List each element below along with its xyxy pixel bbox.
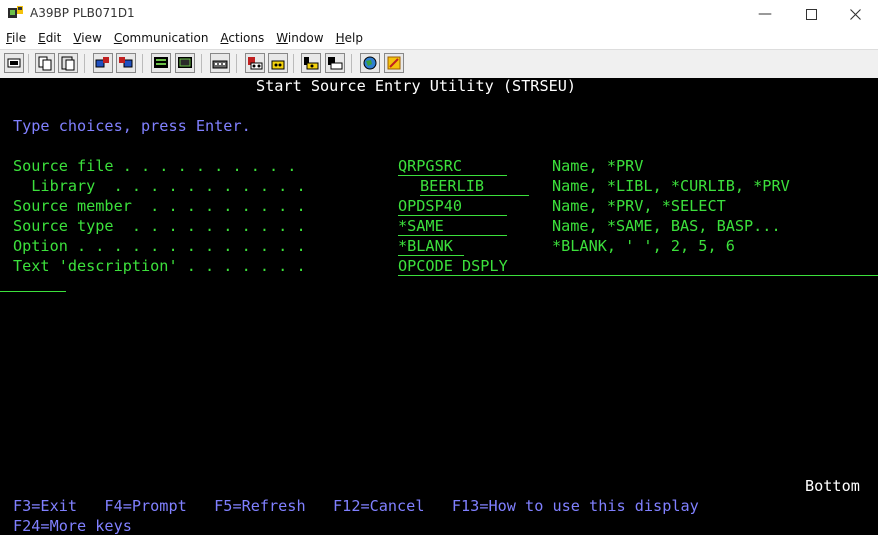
menu-file[interactable]: File	[0, 28, 32, 48]
maximize-icon	[805, 8, 817, 20]
maximize-button[interactable]	[788, 0, 834, 28]
function-keys-line1: F3=Exit F4=Prompt F5=Refresh F12=Cancel …	[13, 497, 699, 515]
send-icon	[95, 57, 109, 68]
option-input[interactable]: *BLANK	[398, 236, 464, 256]
menu-window[interactable]: Window	[270, 28, 329, 48]
hint-source-member: Name, *PRV, *SELECT	[552, 197, 726, 215]
copy-button[interactable]	[35, 53, 55, 73]
wrench-icon	[387, 56, 401, 70]
menu-help[interactable]: Help	[330, 28, 369, 48]
label-text-description: Text 'description' . . . . . . .	[13, 257, 306, 275]
source-type-input[interactable]: *SAME	[398, 216, 507, 236]
menu-edit[interactable]: Edit	[32, 28, 67, 48]
label-source-type: Source type . . . . . . . . . .	[13, 217, 306, 235]
keyboard-icon	[212, 60, 228, 69]
print-screen-button[interactable]	[4, 53, 24, 73]
record-icon	[248, 57, 263, 70]
app-icon	[8, 6, 23, 18]
source-file-input[interactable]: QRPGSRC	[398, 156, 507, 176]
toolbar	[0, 49, 878, 79]
settings-button[interactable]	[384, 53, 404, 73]
label-library: Library . . . . . . . . . . .	[13, 177, 306, 195]
globe-icon	[363, 56, 377, 70]
library-input[interactable]: BEERLIB	[420, 176, 529, 196]
receive-icon	[119, 57, 133, 68]
label-source-file: Source file . . . . . . . . . .	[13, 157, 297, 175]
label-source-member: Source member . . . . . . . . .	[13, 197, 306, 215]
display-button[interactable]	[151, 53, 171, 73]
paste-button[interactable]	[58, 53, 78, 73]
menu-bar: File Edit View Communication Actions Win…	[0, 28, 878, 48]
text-description-continuation[interactable]	[0, 291, 66, 292]
keypad-button[interactable]	[175, 53, 195, 73]
close-icon	[849, 8, 861, 20]
window-title: A39BP PLB071D1	[30, 6, 135, 20]
macro-play-button[interactable]	[301, 53, 321, 73]
hint-source-type: Name, *SAME, BAS, BASP...	[552, 217, 781, 235]
send-button[interactable]	[93, 53, 113, 73]
print-screen-icon	[7, 58, 21, 68]
instruction-text: Type choices, press Enter.	[13, 117, 251, 135]
tape-icon	[271, 60, 285, 70]
hint-library: Name, *LIBL, *CURLIB, *PRV	[552, 177, 790, 195]
minimize-icon: —	[758, 6, 772, 22]
macro-select-icon	[328, 57, 343, 70]
hint-option: *BLANK, ' ', 2, 5, 6	[552, 237, 735, 255]
hint-source-file: Name, *PRV	[552, 157, 644, 175]
text-description-input[interactable]: OPCODE DSPLY	[398, 256, 878, 276]
macro-select-button[interactable]	[325, 53, 345, 73]
function-keys-line2: F24=More keys	[13, 517, 132, 535]
macro-stop-button[interactable]	[268, 53, 288, 73]
menu-view[interactable]: View	[67, 28, 107, 48]
terminal-screen[interactable]: Start Source Entry Utility (STRSEU) Type…	[0, 77, 878, 535]
minimize-button[interactable]: —	[742, 0, 788, 28]
paste-icon	[61, 56, 75, 71]
customize-button[interactable]	[360, 53, 380, 73]
menu-communication[interactable]: Communication	[108, 28, 215, 48]
bottom-marker: Bottom	[805, 477, 860, 495]
keypad-icon	[178, 57, 192, 68]
macro-record-button[interactable]	[245, 53, 265, 73]
source-member-input[interactable]: OPDSP40	[398, 196, 507, 216]
screen-heading: Start Source Entry Utility (STRSEU)	[256, 77, 577, 95]
display-icon	[154, 57, 168, 68]
label-option: Option . . . . . . . . . . . . .	[13, 237, 306, 255]
play-macro-icon	[304, 57, 319, 70]
title-bar: A39BP PLB071D1 —	[0, 0, 878, 28]
copy-icon	[38, 56, 52, 71]
keyboard-button[interactable]	[210, 53, 230, 73]
close-button[interactable]	[832, 0, 878, 28]
receive-button[interactable]	[116, 53, 136, 73]
menu-actions[interactable]: Actions	[214, 28, 270, 48]
